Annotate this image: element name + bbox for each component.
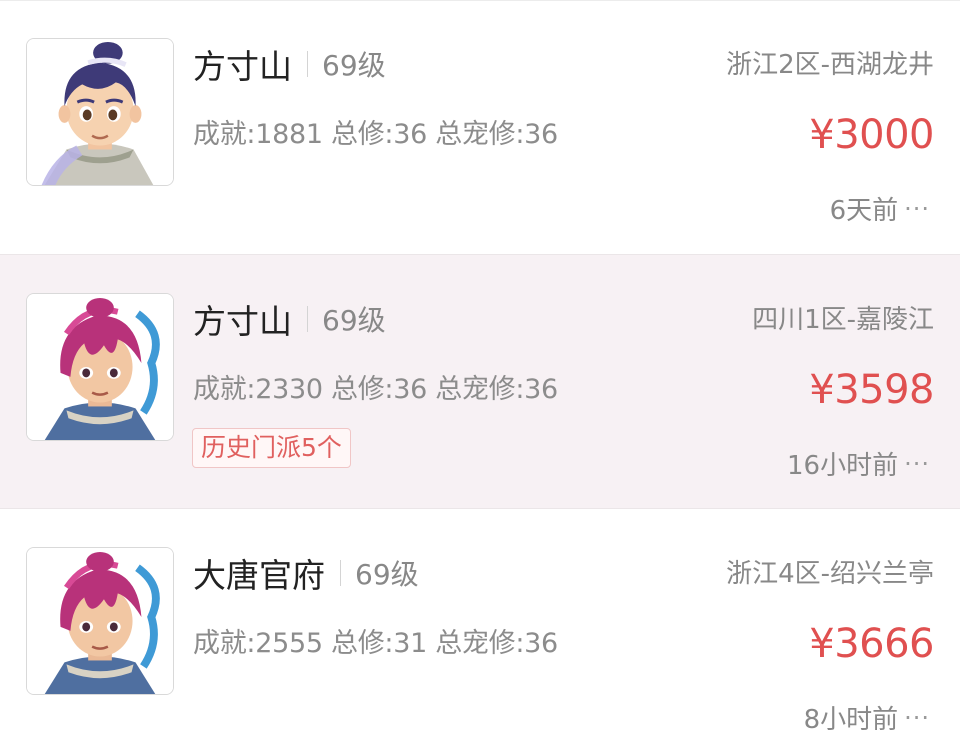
level-label: 69级 xyxy=(322,304,386,337)
character-avatar[interactable] xyxy=(26,547,174,695)
character-portrait-icon xyxy=(27,294,173,440)
meta-row: 8小时前 ··· xyxy=(804,699,930,736)
title-row: 大唐官府 69级 xyxy=(193,551,419,595)
school-name: 方寸山 xyxy=(193,47,292,86)
character-avatar[interactable] xyxy=(26,38,174,186)
post-time: 6天前 xyxy=(829,196,899,226)
history-school-tag: 历史门派5个 xyxy=(192,428,351,468)
more-options-icon[interactable]: ··· xyxy=(904,195,930,223)
listing-item[interactable]: 方寸山 69级 成就:1881 总修:36 总宠修:36 浙江2区-西湖龙井 ¥… xyxy=(0,0,960,254)
school-name: 大唐官府 xyxy=(193,556,325,595)
listing-list: 方寸山 69级 成就:1881 总修:36 总宠修:36 浙江2区-西湖龙井 ¥… xyxy=(0,0,960,755)
meta-row: 6天前 ··· xyxy=(830,190,930,227)
listing-item[interactable]: 大唐官府 69级 成就:2555 总修:31 总宠修:36 浙江4区-绍兴兰亭 … xyxy=(0,508,960,755)
server-name: 浙江2区-西湖龙井 xyxy=(726,50,934,80)
title-divider xyxy=(307,306,308,332)
school-name: 方寸山 xyxy=(193,302,292,341)
level-label: 69级 xyxy=(322,49,386,82)
post-time: 8小时前 xyxy=(803,705,899,735)
price: ¥3666 xyxy=(809,621,934,667)
character-avatar[interactable] xyxy=(26,293,174,441)
title-row: 方寸山 69级 xyxy=(193,42,386,86)
post-time: 16小时前 xyxy=(787,451,899,481)
listing-item[interactable]: 方寸山 69级 成就:2330 总修:36 总宠修:36 历史门派5个 四川1区… xyxy=(0,254,960,508)
price: ¥3000 xyxy=(809,112,934,158)
title-divider xyxy=(340,560,341,586)
title-row: 方寸山 69级 xyxy=(193,297,386,341)
price: ¥3598 xyxy=(809,367,934,413)
title-divider xyxy=(307,51,308,77)
server-name: 四川1区-嘉陵江 xyxy=(752,305,934,335)
stats-line: 成就:1881 总修:36 总宠修:36 xyxy=(193,119,558,150)
meta-row: 16小时前 ··· xyxy=(787,445,930,482)
more-options-icon[interactable]: ··· xyxy=(904,450,930,478)
server-name: 浙江4区-绍兴兰亭 xyxy=(726,559,934,589)
stats-line: 成就:2330 总修:36 总宠修:36 xyxy=(193,374,558,405)
character-portrait-icon xyxy=(27,548,173,694)
stats-line: 成就:2555 总修:31 总宠修:36 xyxy=(193,628,558,659)
character-portrait-icon xyxy=(27,39,173,185)
more-options-icon[interactable]: ··· xyxy=(904,704,930,732)
level-label: 69级 xyxy=(355,558,419,591)
